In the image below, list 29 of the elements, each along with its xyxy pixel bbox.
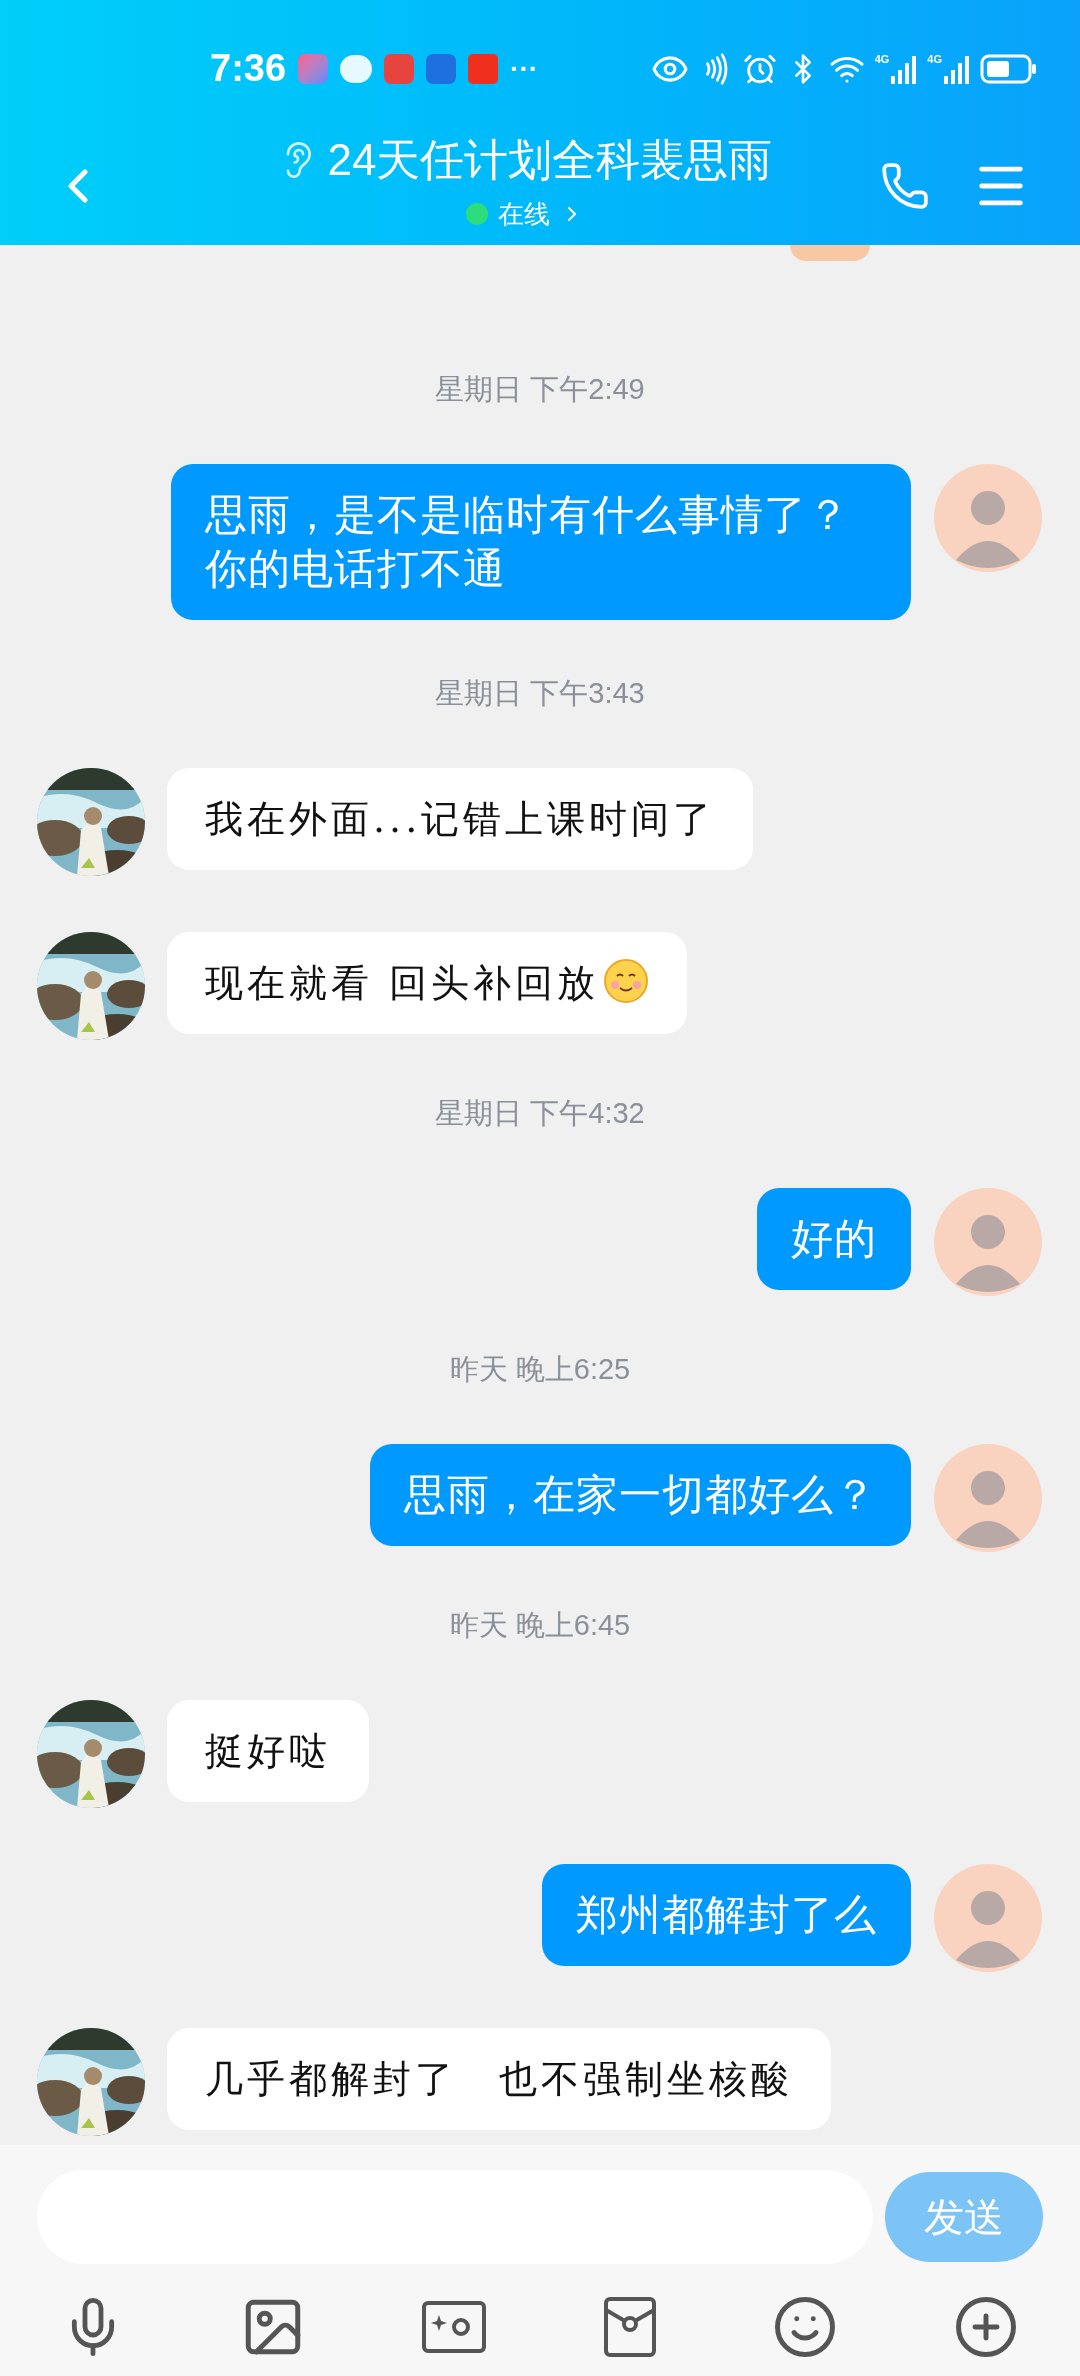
timestamp: 星期日 下午3:43 [435, 676, 645, 712]
call-button[interactable] [880, 161, 930, 211]
app-icon [468, 53, 499, 84]
avatar-icon [934, 1444, 1042, 1552]
message-bubble: 好的 [757, 1188, 911, 1290]
avatar-icon [934, 1864, 1042, 1972]
message-bubble: 思雨，是不是临时有什么事情了？你的电话打不通 [171, 464, 911, 620]
gift-envelope-button[interactable] [602, 2296, 657, 2358]
more-notifications: ··· [510, 51, 539, 86]
app-icon [426, 53, 457, 84]
chat-title: 24天任计划全科裴思雨 [327, 133, 773, 186]
message-bubble: 思雨，在家一切都好么？ [370, 1444, 911, 1546]
chat-app-icon [340, 54, 373, 83]
message-bubble: 我在外面...记错上课时间了 [167, 768, 754, 870]
app-icon [298, 53, 329, 84]
battery-icon [980, 53, 1038, 84]
avatar-icon [934, 464, 1042, 572]
message-bubble: 郑州都解封了么 [542, 1864, 911, 1966]
timestamp: 星期日 下午4:32 [435, 1096, 645, 1132]
timestamp: 昨天 晚上6:45 [449, 1608, 631, 1644]
timestamp: 昨天 晚上6:25 [449, 1352, 631, 1388]
timestamp: 星期日 下午2:49 [435, 372, 645, 408]
presence-status[interactable]: 在线 [466, 194, 584, 234]
clock-time: 7:36 [210, 46, 287, 91]
message-bubble: 挺好哒 [167, 1700, 369, 1802]
book-icon [384, 53, 415, 84]
avatar-icon [934, 1188, 1042, 1296]
message-bubble: 现在就看 回头补回放 [167, 932, 688, 1034]
message-bubble: 几乎都解封了 也不强制坐核酸 [167, 2028, 831, 2130]
